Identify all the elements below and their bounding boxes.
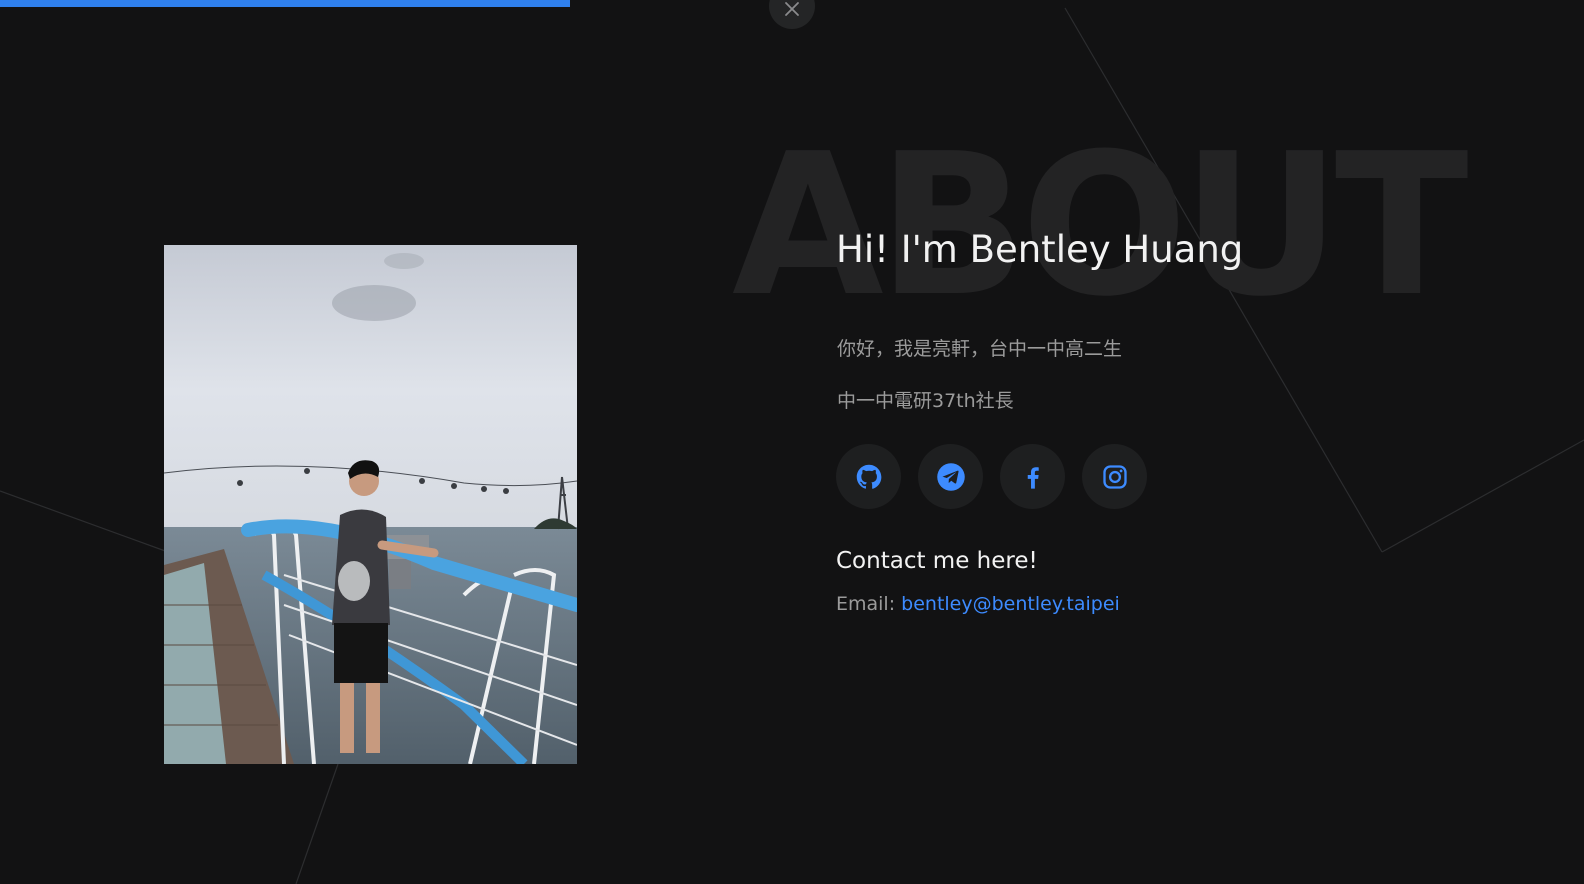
email-line: Email: bentley@bentley.taipei — [836, 593, 1120, 615]
facebook-icon — [1027, 466, 1039, 489]
telegram-button[interactable] — [918, 444, 983, 509]
github-button[interactable] — [836, 444, 901, 509]
about-page: ABOUT Hi! I'm Bentley Huang 你好，我是亮軒，台中一中… — [0, 0, 1584, 884]
github-icon — [856, 464, 881, 489]
profile-photo — [164, 245, 577, 764]
contact-heading: Contact me here! — [836, 548, 1038, 574]
instagram-icon — [1102, 464, 1127, 489]
social-links — [836, 444, 1147, 509]
page-heading: Hi! I'm Bentley Huang — [836, 228, 1244, 271]
telegram-icon — [936, 462, 965, 491]
email-link[interactable]: bentley@bentley.taipei — [901, 593, 1120, 615]
role-line: 中一中電研37th社長 — [837, 390, 1014, 412]
email-label: Email: — [836, 593, 902, 615]
instagram-button[interactable] — [1082, 444, 1147, 509]
background-about-word: ABOUT — [732, 112, 1469, 340]
intro-line: 你好，我是亮軒，台中一中高二生 — [837, 338, 1123, 360]
facebook-button[interactable] — [1000, 444, 1065, 509]
